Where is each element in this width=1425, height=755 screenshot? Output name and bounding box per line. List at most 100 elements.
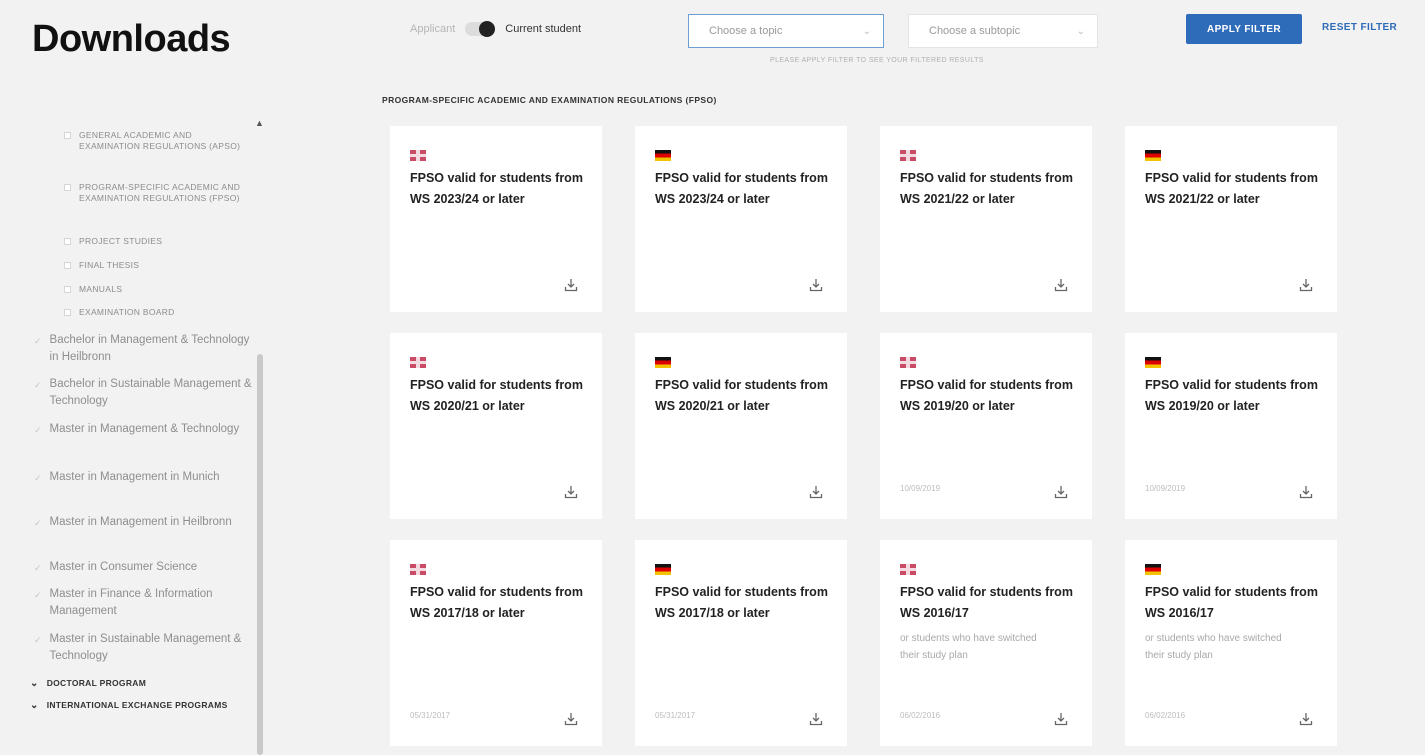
checkbox[interactable] [64,238,71,245]
subtopic-select-value: Choose a subtopic [929,25,1021,37]
checkmark-icon: ✓ [34,590,42,600]
checkmark-icon: ✓ [34,563,42,573]
download-icon[interactable] [1299,278,1313,292]
download-icon[interactable] [809,485,823,499]
chevron-down-icon: ⌄ [30,678,39,689]
checkmark-icon: ✓ [34,380,42,390]
checkbox[interactable] [64,286,71,293]
card-title: FPSO valid for students from WS 2020/21 … [655,378,828,413]
uk-flag-icon [410,150,426,161]
download-icon[interactable] [1054,712,1068,726]
section-heading: PROGRAM-SPECIFIC ACADEMIC AND EXAMINATIO… [382,95,717,105]
checkbox[interactable] [64,132,71,139]
sidebar-scrollbar-thumb[interactable] [257,354,263,755]
german-flag-icon [1145,150,1161,161]
topic-select[interactable]: Choose a topic ⌄ [688,14,884,48]
download-icon[interactable] [809,278,823,292]
card-date: 05/31/2017 [655,711,696,720]
document-card[interactable]: FPSO valid for students from WS 2023/24 … [390,126,602,312]
card-title: FPSO valid for students from WS 2016/17 [1145,585,1318,620]
card-title: FPSO valid for students from WS 2020/21 … [410,378,583,413]
download-icon[interactable] [564,485,578,499]
uk-flag-icon [900,564,916,575]
checkbox[interactable] [64,262,71,269]
document-card[interactable]: FPSO valid for students from WS 2020/21 … [390,333,602,519]
card-date: 05/31/2017 [410,711,451,720]
sidebar-program[interactable]: ✓ Master in Sustainable Management & Tech… [34,631,254,665]
german-flag-icon [655,564,671,575]
card-title: FPSO valid for students from WS 2017/18 … [655,585,828,620]
student-status-toggle[interactable]: Applicant Current student [410,21,581,37]
document-card[interactable]: FPSO valid for students from WS 2020/21 … [635,333,847,519]
document-card[interactable]: FPSO valid for students from WS 2019/20 … [1125,333,1337,519]
scroll-up-arrow-icon[interactable]: ▲ [255,118,264,128]
download-icon[interactable] [809,712,823,726]
document-card[interactable]: FPSO valid for students from WS 2021/22 … [880,126,1092,312]
card-title: FPSO valid for students from WS 2023/24 … [655,171,828,206]
page-title: Downloads [32,18,231,60]
document-card[interactable]: FPSO valid for students from WS 2016/17 o… [1125,540,1337,746]
sidebar-section-doctoral[interactable]: ⌄ DOCTORAL PROGRAM [30,678,240,689]
document-card[interactable]: FPSO valid for students from WS 2017/18 … [390,540,602,746]
sidebar-program[interactable]: ✓ Master in Management in Heilbronn [34,514,254,532]
switch-knob [479,21,496,37]
applicant-option[interactable]: Applicant [410,23,455,35]
sidebar-section-exchange[interactable]: ⌄ INTERNATIONAL EXCHANGE PROGRAMS [30,700,240,711]
uk-flag-icon [410,357,426,368]
checkmark-icon: ✓ [34,635,42,645]
apply-filter-button[interactable]: APPLY FILTER [1186,14,1302,44]
checkbox[interactable] [64,184,71,191]
sidebar-program[interactable]: ✓ Master in Consumer Science [34,559,254,577]
document-card[interactable]: FPSO valid for students from WS 2021/22 … [1125,126,1337,312]
download-icon[interactable] [564,278,578,292]
download-icon[interactable] [1299,712,1313,726]
card-date: 10/09/2019 [1145,484,1186,493]
card-title: FPSO valid for students from WS 2019/20 … [900,378,1073,413]
card-date: 06/02/2016 [900,711,941,720]
download-icon[interactable] [1054,485,1068,499]
sidebar-subitem[interactable]: GENERAL ACADEMIC AND EXAMINATION REGULAT… [64,130,254,152]
document-card[interactable]: FPSO valid for students from WS 2019/20 … [880,333,1092,519]
subtopic-select[interactable]: Choose a subtopic ⌄ [908,14,1098,48]
document-card[interactable]: FPSO valid for students from WS 2016/17 o… [880,540,1092,746]
uk-flag-icon [900,150,916,161]
topic-select-value: Choose a topic [709,25,783,37]
checkmark-icon: ✓ [34,473,42,483]
sidebar-program[interactable]: ✓ Master in Management & Technology [34,421,254,439]
card-title: FPSO valid for students from WS 2017/18 … [410,585,583,620]
card-title: FPSO valid for students from WS 2023/24 … [410,171,583,206]
card-title: FPSO valid for students from WS 2021/22 … [900,171,1073,206]
card-title: FPSO valid for students from WS 2019/20 … [1145,378,1318,413]
sidebar-subitem[interactable]: PROGRAM-SPECIFIC ACADEMIC AND EXAMINATIO… [64,182,254,204]
sidebar-subitem[interactable]: PROJECT STUDIES [64,236,254,247]
german-flag-icon [655,150,671,161]
sidebar-program[interactable]: ✓ Master in Finance & Information Managem… [34,586,254,620]
sidebar-subitem[interactable]: MANUALS [64,284,254,295]
card-date: 10/09/2019 [900,484,941,493]
document-card[interactable]: FPSO valid for students from WS 2023/24 … [635,126,847,312]
sidebar-subitem[interactable]: FINAL THESIS [64,260,254,271]
current-student-option[interactable]: Current student [505,23,581,35]
german-flag-icon [655,357,671,368]
sidebar-program[interactable]: ✓ Bachelor in Management & Technology in … [34,332,254,366]
card-title: FPSO valid for students from WS 2016/17 [900,585,1073,620]
reset-filter-link[interactable]: RESET FILTER [1322,22,1397,33]
chevron-down-icon: ⌄ [862,25,871,37]
checkmark-icon: ✓ [34,518,42,528]
sidebar-program[interactable]: ✓ Bachelor in Sustainable Management & Te… [34,376,254,410]
download-icon[interactable] [1054,278,1068,292]
sidebar-program[interactable]: ✓ Master in Management in Munich [34,469,254,487]
checkbox[interactable] [64,309,71,316]
checkmark-icon: ✓ [34,425,42,435]
download-icon[interactable] [1299,485,1313,499]
document-card[interactable]: FPSO valid for students from WS 2017/18 … [635,540,847,746]
uk-flag-icon [900,357,916,368]
sidebar-subitem[interactable]: EXAMINATION BOARD [64,307,254,318]
chevron-down-icon: ⌄ [1076,25,1085,37]
status-switch[interactable] [465,21,496,37]
german-flag-icon [1145,564,1161,575]
card-note: or students who have switched their stud… [900,633,1037,661]
checkmark-icon: ✓ [34,336,42,346]
download-icon[interactable] [564,712,578,726]
card-note: or students who have switched their stud… [1145,633,1282,661]
